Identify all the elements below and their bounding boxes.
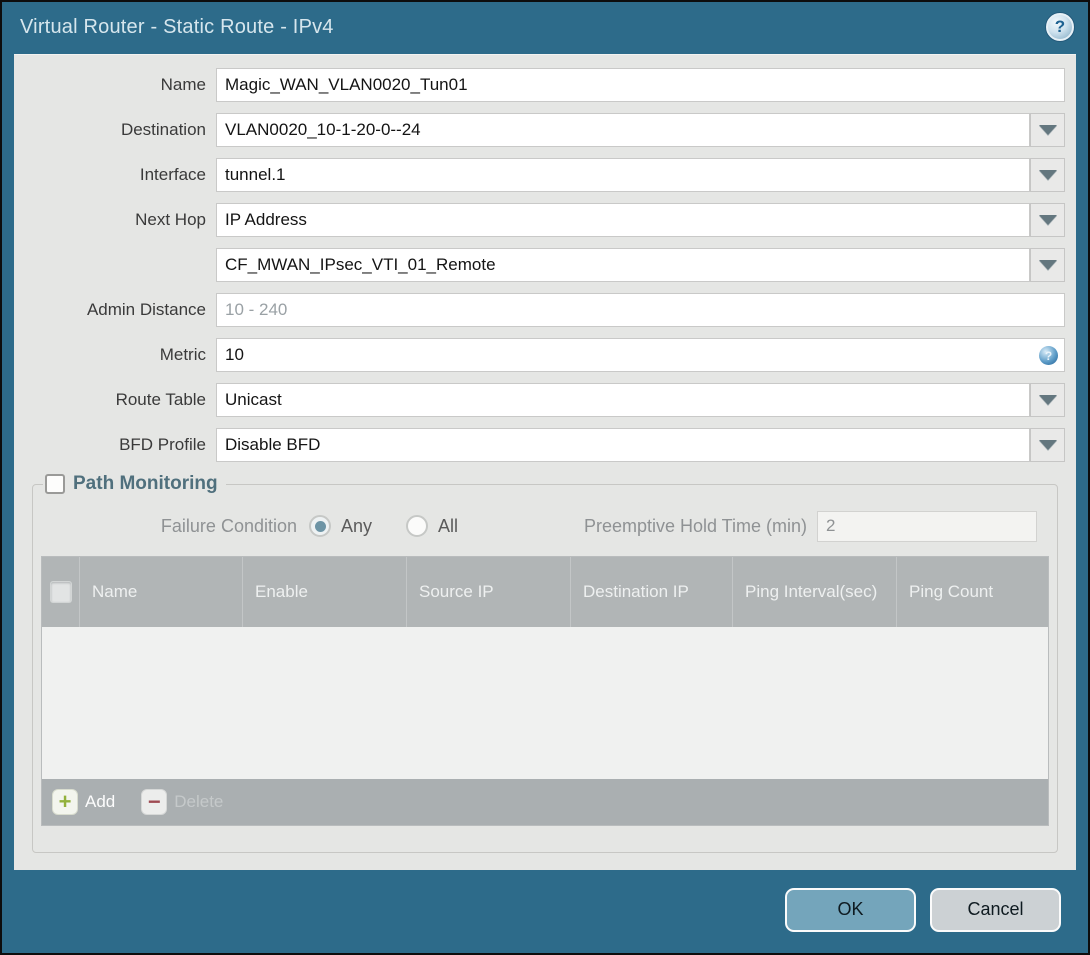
interface-dropdown-button[interactable]: [1030, 158, 1065, 192]
form-row-destination: Destination: [14, 113, 1065, 147]
add-icon: +: [52, 789, 78, 815]
next-hop-address-dropdown-button[interactable]: [1030, 248, 1065, 282]
form-row-metric: Metric ?: [14, 338, 1065, 372]
add-button[interactable]: + Add: [52, 789, 115, 815]
next-hop-dropdown-button[interactable]: [1030, 203, 1065, 237]
table-header-ping-count: Ping Count: [896, 557, 1048, 627]
table-header-source-ip: Source IP: [406, 557, 570, 627]
table-footer-toolbar: + Add − Delete: [42, 779, 1048, 825]
admin-distance-input[interactable]: [216, 293, 1065, 327]
path-monitoring-section: Path Monitoring Failure Condition Any Al…: [32, 473, 1058, 853]
static-route-dialog: Virtual Router - Static Route - IPv4 ? N…: [0, 0, 1090, 955]
chevron-down-icon: [1038, 260, 1057, 270]
path-monitoring-title: Path Monitoring: [73, 473, 218, 494]
cancel-button[interactable]: Cancel: [930, 887, 1061, 932]
table-header-row: Name Enable Source IP Destination IP Pin…: [42, 557, 1048, 627]
path-monitoring-table: Name Enable Source IP Destination IP Pin…: [41, 556, 1049, 826]
metric-input[interactable]: [216, 338, 1065, 372]
chevron-down-icon: [1038, 440, 1057, 450]
destination-input[interactable]: [216, 113, 1030, 147]
form-row-admin-distance: Admin Distance: [14, 293, 1065, 327]
failure-condition-label: Failure Condition: [160, 515, 297, 536]
table-body-empty: [42, 627, 1048, 779]
interface-input[interactable]: [216, 158, 1030, 192]
path-monitoring-checkbox[interactable]: [45, 474, 65, 494]
dialog-title: Virtual Router - Static Route - IPv4: [20, 15, 334, 38]
table-header-destination-ip: Destination IP: [570, 557, 732, 627]
form-row-interface: Interface: [14, 158, 1065, 192]
select-all-checkbox[interactable]: [49, 581, 72, 603]
route-table-dropdown-button[interactable]: [1030, 383, 1065, 417]
preemptive-hold-time-label: Preemptive Hold Time (min): [583, 515, 807, 536]
dialog-button-bar: OK Cancel: [2, 866, 1088, 953]
chevron-down-icon: [1038, 170, 1057, 180]
failure-condition-all-radio[interactable]: [406, 515, 429, 537]
route-table-select[interactable]: [216, 383, 1030, 417]
chevron-down-icon: [1038, 125, 1057, 135]
delete-button[interactable]: − Delete: [141, 789, 223, 815]
name-label: Name: [160, 75, 206, 94]
add-button-label: Add: [85, 792, 116, 811]
table-header-checkbox-cell: [42, 557, 79, 627]
interface-label: Interface: [139, 165, 206, 184]
chevron-down-icon: [1038, 395, 1057, 405]
form-row-next-hop: Next Hop: [14, 203, 1065, 237]
form-row-next-hop-address: [14, 248, 1065, 282]
destination-dropdown-button[interactable]: [1030, 113, 1065, 147]
delete-button-label: Delete: [174, 792, 224, 811]
form-row-name: Name: [14, 68, 1065, 102]
admin-distance-label: Admin Distance: [86, 300, 206, 319]
table-header-name: Name: [79, 557, 242, 627]
route-table-label: Route Table: [115, 390, 206, 409]
path-monitoring-legend: Path Monitoring: [43, 473, 226, 495]
ok-button[interactable]: OK: [785, 887, 916, 932]
delete-icon: −: [141, 789, 168, 815]
radio-dot-icon: [314, 520, 326, 532]
failure-condition-all-label: All: [438, 515, 459, 536]
form-row-route-table: Route Table: [14, 383, 1065, 417]
metric-label: Metric: [159, 345, 206, 364]
info-icon[interactable]: ?: [1039, 346, 1058, 365]
next-hop-label: Next Hop: [135, 210, 206, 229]
help-icon[interactable]: ?: [1046, 13, 1074, 41]
bfd-profile-dropdown-button[interactable]: [1030, 428, 1065, 462]
next-hop-address-input[interactable]: [216, 248, 1030, 282]
bfd-profile-select[interactable]: [216, 428, 1030, 462]
dialog-titlebar: Virtual Router - Static Route - IPv4 ?: [2, 2, 1088, 52]
preemptive-hold-time-input[interactable]: [817, 510, 1037, 542]
failure-condition-any-label: Any: [341, 515, 373, 536]
form-row-bfd-profile: BFD Profile: [14, 428, 1065, 462]
name-input[interactable]: [216, 68, 1065, 102]
table-header-ping-interval: Ping Interval(sec): [732, 557, 896, 627]
next-hop-select[interactable]: [216, 203, 1030, 237]
table-header-enable: Enable: [242, 557, 406, 627]
dialog-content: Name Destination Interface: [14, 54, 1076, 870]
failure-condition-row: Failure Condition Any All Preemptive Hol…: [41, 509, 1037, 543]
failure-condition-any-radio[interactable]: [309, 515, 331, 537]
chevron-down-icon: [1038, 215, 1057, 225]
bfd-profile-label: BFD Profile: [119, 435, 206, 454]
destination-label: Destination: [120, 120, 206, 139]
